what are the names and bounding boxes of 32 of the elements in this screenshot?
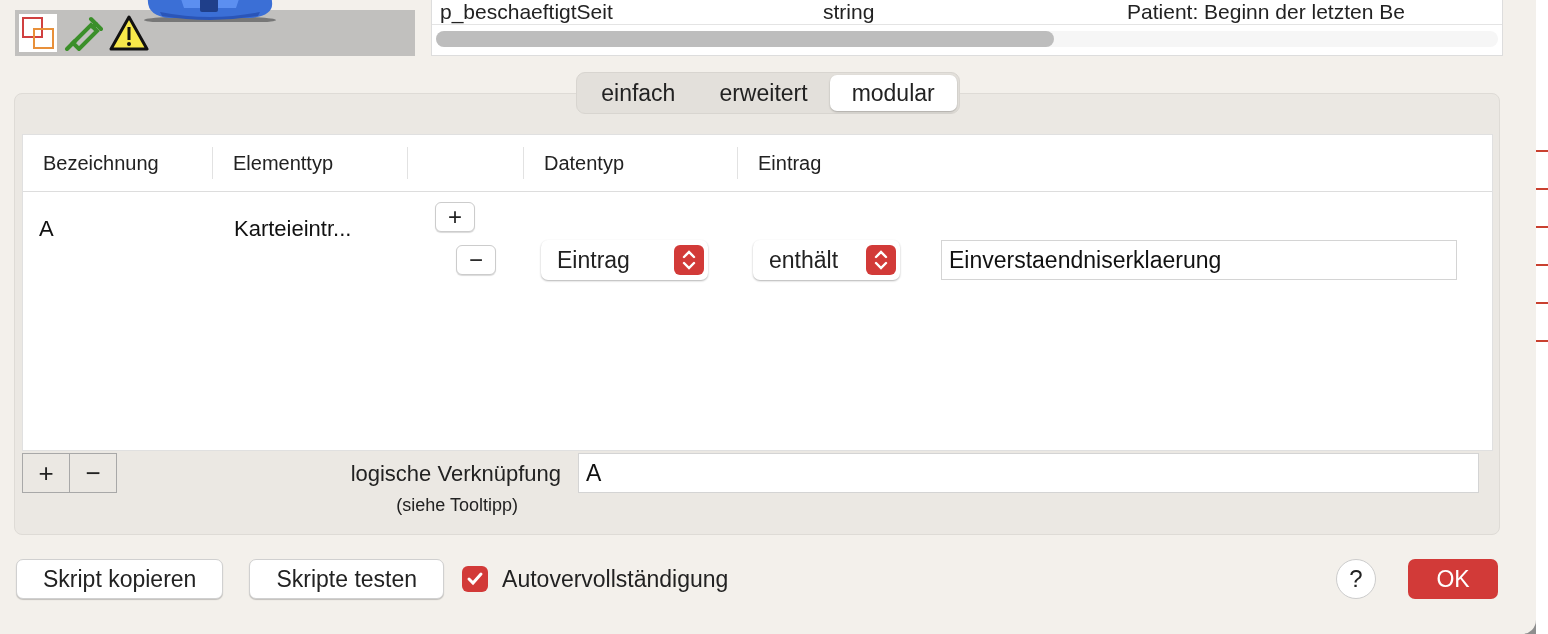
scrollbar[interactable] bbox=[436, 31, 1498, 47]
operator-select[interactable]: enthält bbox=[753, 240, 900, 280]
table-cell-text: string bbox=[822, 0, 876, 24]
script-button[interactable]: Skripte testen bbox=[249, 559, 445, 599]
table-cell-text: Patient: Beginn der letzten Be bbox=[1126, 0, 1406, 24]
tab[interactable]: erweitert bbox=[697, 75, 830, 111]
tab[interactable]: modular bbox=[829, 75, 957, 111]
ok-button[interactable]: OK bbox=[1408, 559, 1498, 599]
tab[interactable]: einfach bbox=[579, 75, 698, 111]
column-header: Eintrag bbox=[757, 151, 823, 176]
hint-text: (siehe Tooltipp) bbox=[396, 495, 519, 516]
help-button[interactable]: ? bbox=[1336, 559, 1376, 599]
table-cell-text: Karteieintr... bbox=[233, 215, 353, 242]
checkbox[interactable] bbox=[462, 566, 489, 592]
add-button[interactable]: + bbox=[435, 202, 475, 232]
stepper-icon bbox=[866, 245, 896, 275]
column-header: Datentyp bbox=[524, 147, 738, 179]
stepper-icon bbox=[674, 245, 704, 275]
table-cell-text: p_beschaeftigtSeit bbox=[439, 0, 614, 24]
remove-button[interactable]: − bbox=[456, 245, 496, 275]
data-type-select[interactable]: Eintrag bbox=[541, 240, 708, 280]
checkbox-label: Autovervollständigung bbox=[502, 565, 729, 593]
column-header: Elementtyp bbox=[213, 147, 408, 179]
value-field[interactable]: Einverstaendniserklaerung bbox=[941, 240, 1457, 280]
checkmark-icon bbox=[466, 570, 485, 588]
logic-label: logische Verknüpfung bbox=[350, 461, 561, 487]
logic-field[interactable]: A bbox=[578, 453, 1479, 493]
column-header: Bezeichnung bbox=[23, 147, 213, 179]
script-button[interactable]: Skript kopieren bbox=[16, 559, 224, 599]
table-cell-text: A bbox=[38, 215, 55, 242]
overlapping-squares-icon[interactable] bbox=[19, 14, 57, 52]
warning-icon[interactable] bbox=[109, 15, 149, 51]
